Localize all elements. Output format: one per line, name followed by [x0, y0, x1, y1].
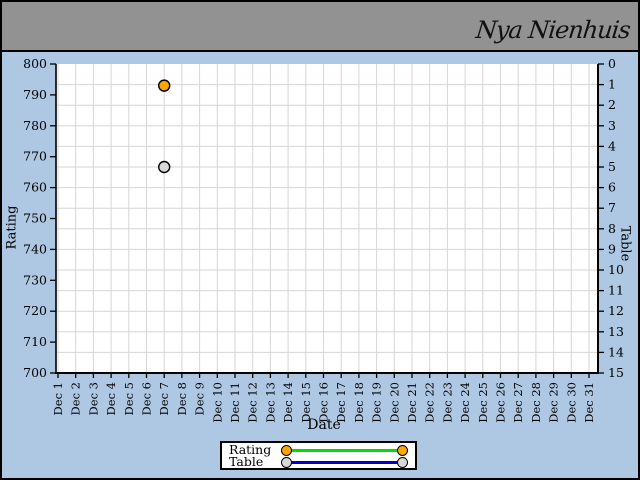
rating-data-point: [157, 79, 171, 92]
x-tick-label: Dec 21: [405, 382, 419, 423]
legend-line-table: [285, 460, 404, 464]
right-tick-label: 1: [608, 77, 616, 92]
x-tick-label: Dec 8: [175, 382, 189, 415]
table-data-point: [157, 160, 171, 174]
right-tick-label: 7: [608, 200, 616, 215]
right-axis-title: Table: [617, 225, 633, 262]
right-tick-label: 2: [608, 97, 616, 112]
chart-area: 700 710 720 730 740 750 760 770 780 790 800 0 1 2 3 4 5 6…: [2, 52, 638, 478]
legend-box: Rating Table: [220, 441, 417, 470]
x-tick-label: Dec 31: [582, 382, 596, 423]
left-tick-label: 710: [23, 334, 47, 349]
legend-marker-table-right: [397, 456, 408, 468]
legend-line-rating: [285, 448, 404, 452]
right-tick-label: 12: [608, 303, 624, 318]
x-tick-label: Dec 24: [458, 382, 472, 423]
right-tick-label: 0: [608, 56, 616, 71]
page-root: Nya Nienhuis 700 710 720 730 740 750 760 770 780…: [0, 0, 640, 480]
left-tick-label: 780: [23, 118, 47, 133]
left-tick-label: 730: [23, 272, 47, 287]
right-tick-label: 9: [608, 241, 616, 256]
left-tick-label: 770: [23, 149, 47, 164]
right-tick-label: 3: [608, 118, 616, 133]
right-tick-label: 5: [608, 159, 616, 174]
x-tick-label: Dec 7: [157, 382, 171, 415]
right-tick-label: 6: [608, 180, 616, 195]
x-axis-title: Date: [307, 417, 341, 433]
x-tick-label: Dec 29: [547, 382, 561, 423]
x-tick-label: Dec 26: [494, 382, 508, 423]
left-tick-label: 790: [23, 87, 47, 102]
x-tick-label: Dec 11: [228, 382, 242, 423]
right-tick-label: 4: [608, 138, 616, 153]
x-tick-label: Dec 3: [86, 382, 100, 415]
legend-swatch-rating: [281, 444, 408, 456]
right-tick-label: 15: [608, 365, 624, 380]
left-tick-label: 760: [23, 180, 47, 195]
left-tick-label: 750: [23, 211, 47, 226]
legend-label-table: Table: [229, 453, 264, 469]
x-tick-label: Dec 23: [440, 382, 454, 423]
x-tick-label: Dec 12: [246, 382, 260, 423]
left-axis-title: Rating: [4, 205, 20, 250]
x-tick-label: Dec 4: [104, 382, 118, 415]
player-name: Nya Nienhuis: [474, 16, 632, 44]
legend-marker-rating-right: [397, 444, 408, 456]
right-tick-label: 10: [608, 262, 624, 277]
legend-marker-table-left: [281, 456, 292, 468]
x-tick-label: Dec 28: [529, 382, 543, 423]
chart-canvas: 700710720730740750760770780790800 0123456…: [23, 56, 624, 423]
x-tick-label: Dec 25: [476, 382, 490, 423]
plot-area: [56, 64, 598, 373]
x-tick-label: Dec 9: [193, 382, 207, 415]
x-tick-label: Dec 27: [511, 382, 525, 423]
x-tick-label: Dec 10: [210, 382, 224, 423]
x-tick-label: Dec 6: [140, 382, 154, 415]
left-tick-label: 740: [23, 241, 47, 256]
x-tick-label: Dec 1: [51, 382, 65, 415]
x-tick-label: Dec 30: [564, 382, 578, 423]
legend-row-table: Table: [229, 453, 408, 469]
legend-swatch-table: [281, 456, 408, 468]
x-tick-label: Dec 22: [423, 382, 437, 423]
x-tick-label: Dec 20: [387, 382, 401, 423]
right-tick-label: 13: [608, 324, 624, 339]
legend-marker-rating-left: [281, 444, 292, 456]
left-tick-label: 720: [23, 303, 47, 318]
x-tick-label: Dec 2: [69, 382, 83, 415]
right-tick-label: 8: [608, 221, 616, 236]
left-tick-label: 700: [23, 365, 47, 380]
x-tick-label: Dec 5: [122, 382, 136, 415]
right-tick-label: 14: [608, 344, 624, 359]
left-tick-label: 800: [23, 56, 47, 71]
right-tick-label: 11: [608, 283, 624, 298]
